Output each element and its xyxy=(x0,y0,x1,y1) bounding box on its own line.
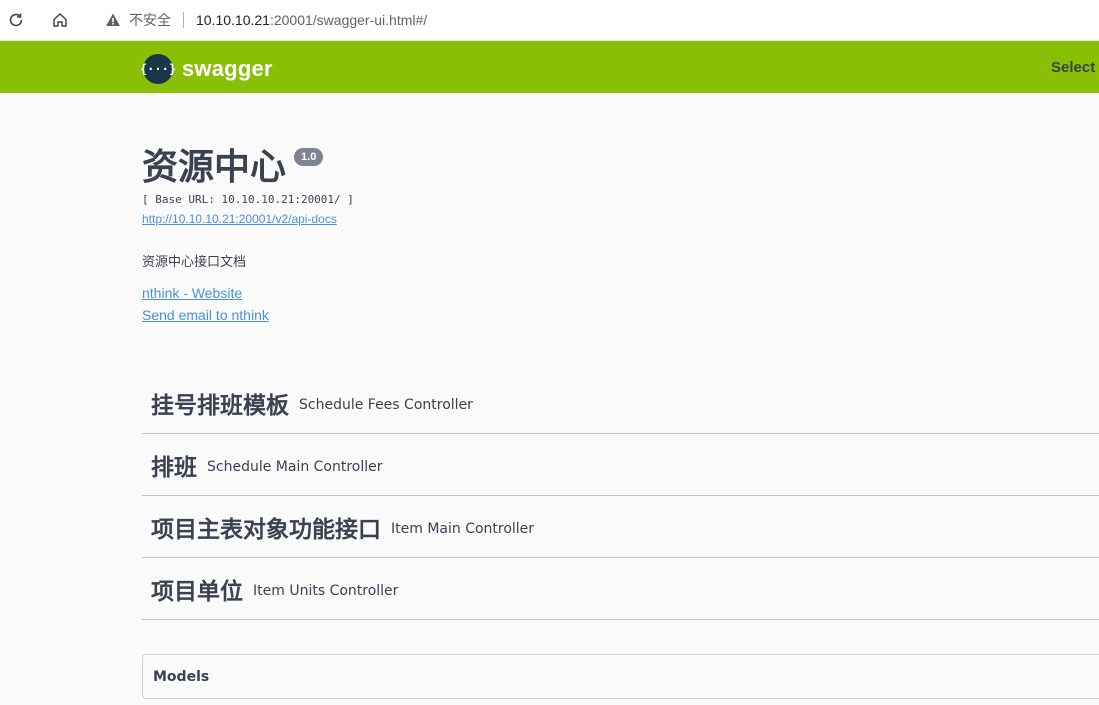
tag-controller: Item Units Controller xyxy=(253,582,399,599)
swagger-logo-icon: {···} xyxy=(140,54,176,84)
version-badge: 1.0 xyxy=(294,148,324,166)
browser-toolbar: 不安全 10.10.10.21:20001/swagger-ui.html#/ xyxy=(0,0,1099,41)
tag-controller: Schedule Main Controller xyxy=(207,458,383,475)
api-docs-link[interactable]: http://10.10.10.21:20001/v2/api-docs xyxy=(142,212,337,226)
select-definition-label: Select a xyxy=(1051,59,1099,76)
swagger-logo[interactable]: {···} swagger xyxy=(140,54,273,84)
tag-name: 项目单位 xyxy=(151,578,243,605)
base-url: [ Base URL: 10.10.10.21:20001/ ] xyxy=(142,193,354,206)
reload-button[interactable] xyxy=(6,10,26,30)
api-title-row: 资源中心 1.0 xyxy=(142,146,324,190)
insecure-label[interactable]: 不安全 xyxy=(129,10,171,30)
page-title: 资源中心 xyxy=(142,147,287,188)
models-section[interactable]: Models xyxy=(142,654,1099,699)
tag-schedule-main[interactable]: 排班 Schedule Main Controller xyxy=(142,434,1099,496)
api-description: 资源中心接口文档 xyxy=(142,255,247,270)
tag-item-units[interactable]: 项目单位 Item Units Controller xyxy=(142,558,1099,620)
home-button[interactable] xyxy=(50,10,70,30)
tag-name: 排班 xyxy=(151,454,197,481)
address-divider xyxy=(183,12,184,28)
tag-name: 项目主表对象功能接口 xyxy=(151,516,381,543)
tag-item-main[interactable]: 项目主表对象功能接口 Item Main Controller xyxy=(142,496,1099,558)
url-host: 10.10.10.21 xyxy=(196,12,270,28)
swagger-logo-text: swagger xyxy=(182,56,273,81)
models-label: Models xyxy=(153,668,210,685)
email-link[interactable]: Send email to nthink xyxy=(142,307,269,323)
home-icon xyxy=(53,13,67,27)
tag-schedule-fees[interactable]: 挂号排班模板 Schedule Fees Controller xyxy=(142,372,1099,434)
warning-icon xyxy=(105,12,121,28)
tag-name: 挂号排班模板 xyxy=(151,392,289,419)
reload-icon xyxy=(9,13,23,27)
url-path: :20001/swagger-ui.html#/ xyxy=(269,12,428,28)
address-bar[interactable]: 不安全 10.10.10.21:20001/swagger-ui.html#/ xyxy=(90,6,1099,34)
tag-controller: Schedule Fees Controller xyxy=(299,396,473,413)
swagger-topbar: {···} swagger Select a xyxy=(0,41,1099,93)
tag-controller: Item Main Controller xyxy=(391,520,535,537)
website-link[interactable]: nthink - Website xyxy=(142,285,242,301)
